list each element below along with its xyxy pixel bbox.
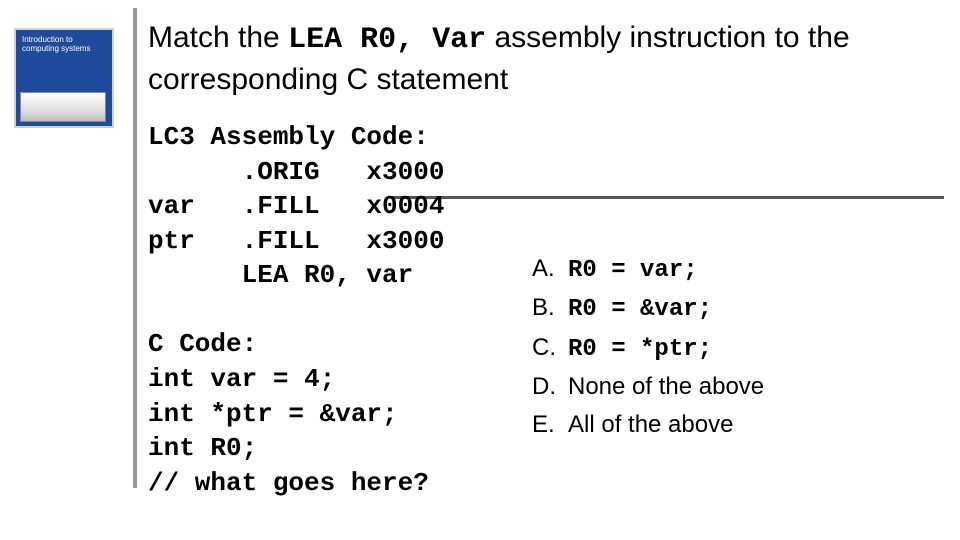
book-thumbnail: Introduction to computing systems bbox=[14, 28, 114, 128]
slide: Introduction to computing systems Match … bbox=[0, 0, 960, 540]
option-b: B. R0 = &var; bbox=[532, 289, 764, 328]
title-pre: Match the bbox=[148, 21, 288, 54]
option-e-text: All of the above bbox=[568, 406, 733, 443]
option-c-text: R0 = *ptr; bbox=[568, 331, 712, 368]
vertical-divider bbox=[133, 8, 137, 488]
option-a-text: R0 = var; bbox=[568, 252, 698, 289]
option-d-label: D. bbox=[532, 368, 568, 405]
option-e: E. All of the above bbox=[532, 406, 764, 443]
option-c-label: C. bbox=[532, 329, 568, 366]
option-a-label: A. bbox=[532, 250, 568, 287]
option-a: A. R0 = var; bbox=[532, 250, 764, 289]
option-d-text: None of the above bbox=[568, 368, 764, 405]
slide-title: Match the LEA R0, Var assembly instructi… bbox=[148, 18, 928, 99]
title-code: LEA R0, Var bbox=[288, 23, 486, 57]
option-c: C. R0 = *ptr; bbox=[532, 329, 764, 368]
horizontal-rule bbox=[392, 196, 944, 199]
code-block: LC3 Assembly Code: .ORIG x3000 var .FILL… bbox=[148, 120, 444, 500]
thumb-text: Introduction to computing systems bbox=[22, 36, 90, 54]
thumb-line2: computing systems bbox=[22, 44, 90, 53]
thumb-graphic bbox=[20, 92, 106, 122]
option-b-text: R0 = &var; bbox=[568, 291, 712, 328]
answer-options: A. R0 = var; B. R0 = &var; C. R0 = *ptr;… bbox=[532, 250, 764, 443]
option-b-label: B. bbox=[532, 289, 568, 326]
thumb-line1: Introduction to bbox=[22, 35, 73, 44]
option-e-label: E. bbox=[532, 406, 568, 443]
option-d: D. None of the above bbox=[532, 368, 764, 405]
